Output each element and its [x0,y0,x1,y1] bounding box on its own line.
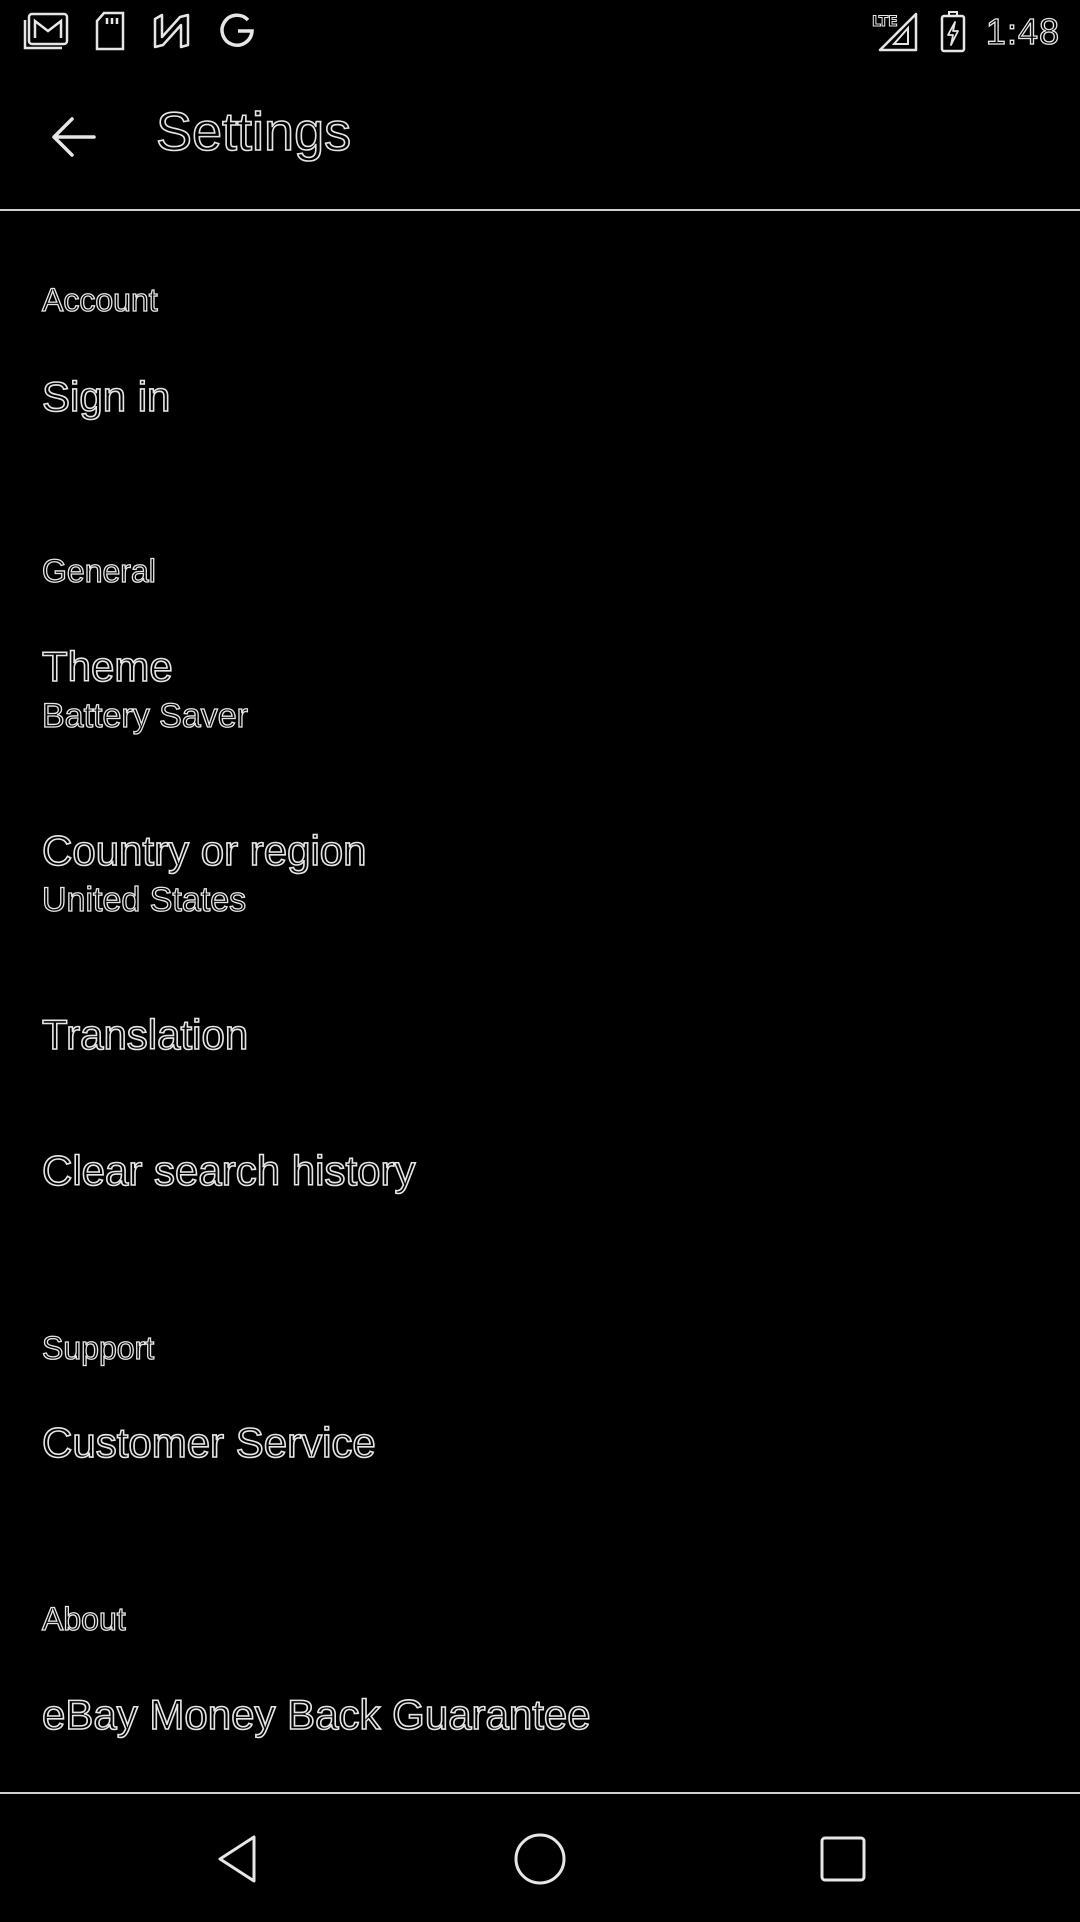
back-button[interactable] [40,104,106,170]
google-icon [216,10,258,52]
back-triangle-icon [212,1832,262,1886]
translation-label: Translation [41,1010,249,1059]
clear-search-history-item[interactable]: Clear search history [0,1145,1080,1245]
section-header-about: About [41,1600,126,1637]
nav-back-button[interactable] [202,1824,272,1894]
theme-value: Battery Saver [41,696,248,735]
system-nav-bar [0,1792,1080,1922]
battery-charging-icon [938,10,968,54]
page-title: Settings [155,101,352,163]
status-time: 1:48 [985,10,1060,52]
theme-item[interactable]: Theme Battery Saver [0,641,1080,761]
gmail-icon [22,11,70,51]
money-back-guarantee-item[interactable]: eBay Money Back Guarantee [0,1689,1080,1789]
app-bar: Settings [0,64,1080,211]
customer-service-item[interactable]: Customer Service [0,1417,1080,1517]
country-region-title: Country or region [41,826,367,875]
sign-in-item[interactable]: Sign in [0,371,1080,471]
status-bar: LTE 1:48 [0,0,1080,64]
country-region-item[interactable]: Country or region United States [0,825,1080,945]
section-header-general: General [41,552,156,589]
clear-search-history-label: Clear search history [41,1146,416,1195]
svg-text:LTE: LTE [872,14,898,30]
recents-square-icon [818,1834,868,1884]
home-circle-icon [512,1831,568,1887]
translation-item[interactable]: Translation [0,1009,1080,1109]
customer-service-label: Customer Service [41,1418,376,1467]
nav-recents-button[interactable] [808,1824,878,1894]
nav-home-button[interactable] [505,1824,575,1894]
section-header-account: Account [41,281,158,318]
money-back-guarantee-label: eBay Money Back Guarantee [41,1690,591,1739]
theme-title: Theme [41,642,173,691]
sign-in-label: Sign in [41,372,171,421]
country-region-value: United States [41,880,247,919]
status-left-icons [22,10,258,52]
status-right-icons: LTE 1:48 [870,8,1060,56]
n-app-icon [150,11,194,51]
lte-signal-icon: LTE [870,10,920,54]
sd-card-icon [92,10,128,52]
section-header-support: Support [41,1329,155,1366]
arrow-left-icon [48,115,98,159]
